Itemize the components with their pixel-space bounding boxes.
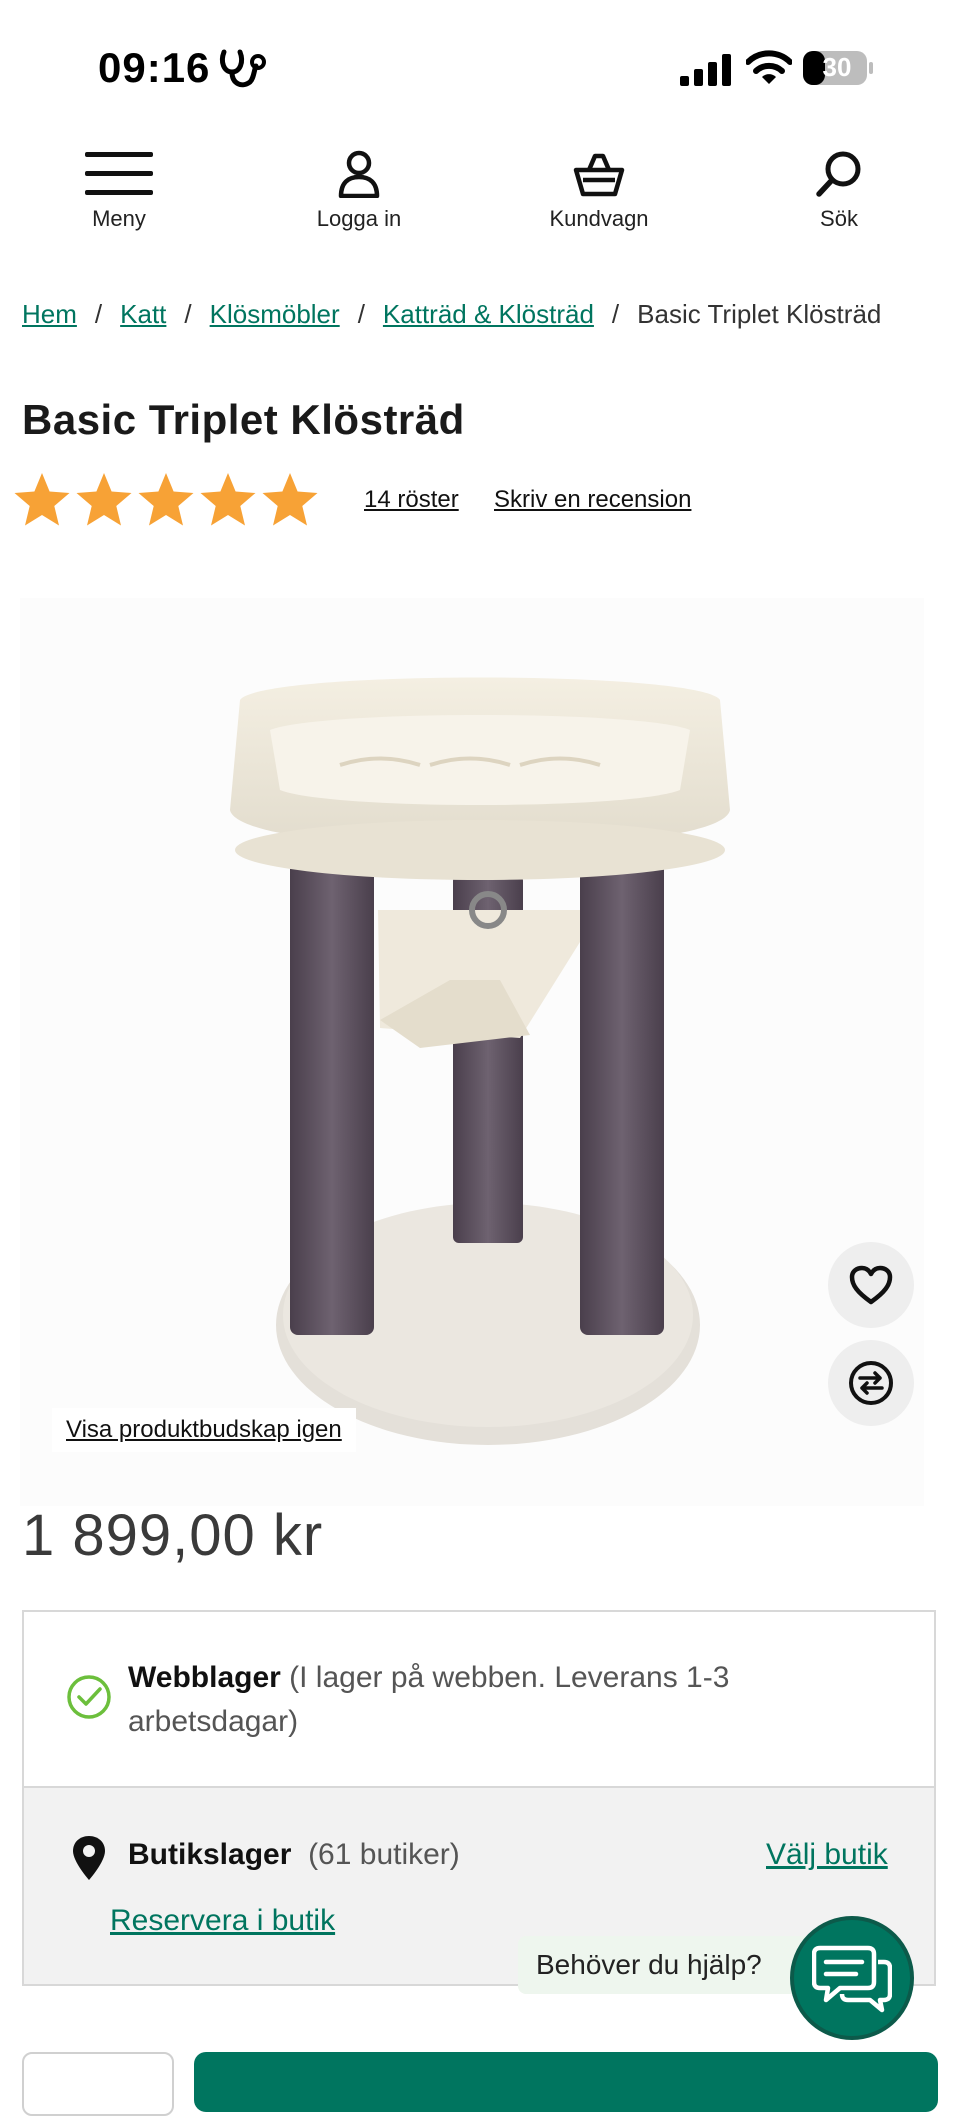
star-icon [76,473,132,526]
nav-cart[interactable]: Kundvagn [499,150,699,232]
nav-login[interactable]: Logga in [259,150,459,232]
star-icon [262,473,318,526]
compare-button[interactable] [828,1340,914,1426]
nav-search-label: Sök [820,206,858,231]
user-icon [338,150,380,198]
search-icon [816,151,861,197]
breadcrumb-scratch-furniture[interactable]: Klösmöbler [210,299,340,329]
breadcrumb-separator: / [184,299,192,329]
write-review-link[interactable]: Skriv en recension [494,486,691,514]
store-stock-label: Butikslager [128,1838,292,1871]
chat-button[interactable] [790,1916,914,2040]
breadcrumb-separator: / [94,299,103,329]
status-time: 09:16 [98,44,211,91]
heart-icon [849,1265,893,1305]
web-stock-text: Webblager (I lager på webben. Leverans 1… [128,1656,768,1744]
reserve-in-store-link[interactable]: Reservera i butik [110,1904,335,1938]
store-stock-detail: (61 butiker) [308,1838,460,1871]
breadcrumb-separator: / [611,299,620,329]
chat-icon [812,1945,892,2013]
breadcrumb-home[interactable]: Hem [22,299,77,329]
battery-level: 30 [822,52,852,82]
product-price: 1 899,00 kr [22,1503,324,1568]
compare-arrows-icon [849,1361,893,1405]
wifi-icon [746,50,792,84]
help-bubble[interactable]: Behöver du hjälp? [518,1936,822,1994]
nav-menu-label: Meny [92,206,146,231]
web-stock-label: Webblager [128,1661,281,1694]
choose-store-link[interactable]: Välj butik [766,1838,888,1872]
nav-login-label: Logga in [316,206,402,231]
nav-cart-label: Kundvagn [549,206,649,231]
rating-stars[interactable] [12,470,320,532]
add-to-cart-button[interactable] [194,2052,938,2112]
star-icon [14,473,70,526]
breadcrumb-cat[interactable]: Katt [120,299,166,329]
nav-menu[interactable]: Meny [19,150,219,232]
cellular-signal-icon [680,54,731,86]
favorite-button[interactable] [828,1242,914,1328]
location-pin-icon [73,1836,105,1880]
store-stock-text: Butikslager (61 butiker) [128,1838,460,1872]
breadcrumb-current: Basic Triplet Klösträd [637,299,882,329]
star-icon [138,473,194,526]
stethoscope-icon [219,49,266,88]
star-icon [200,473,256,526]
check-circle-icon [67,1675,111,1719]
product-title: Basic Triplet Klösträd [22,396,465,443]
breadcrumb: Hem / Katt / Klösmöbler / Katträd & Klösträd / B… [22,292,922,336]
basket-icon [573,153,625,197]
hamburger-menu-icon [85,152,153,195]
votes-link[interactable]: 14 röster [364,486,459,514]
show-product-message-link[interactable]: Visa produktbudskap igen [52,1408,356,1452]
quantity-stepper[interactable] [22,2052,174,2116]
product-image [230,677,730,1445]
breadcrumb-cat-trees[interactable]: Katträd & Klösträd [383,299,594,329]
nav-search[interactable]: Sök [739,150,939,232]
breadcrumb-separator: / [357,299,365,329]
